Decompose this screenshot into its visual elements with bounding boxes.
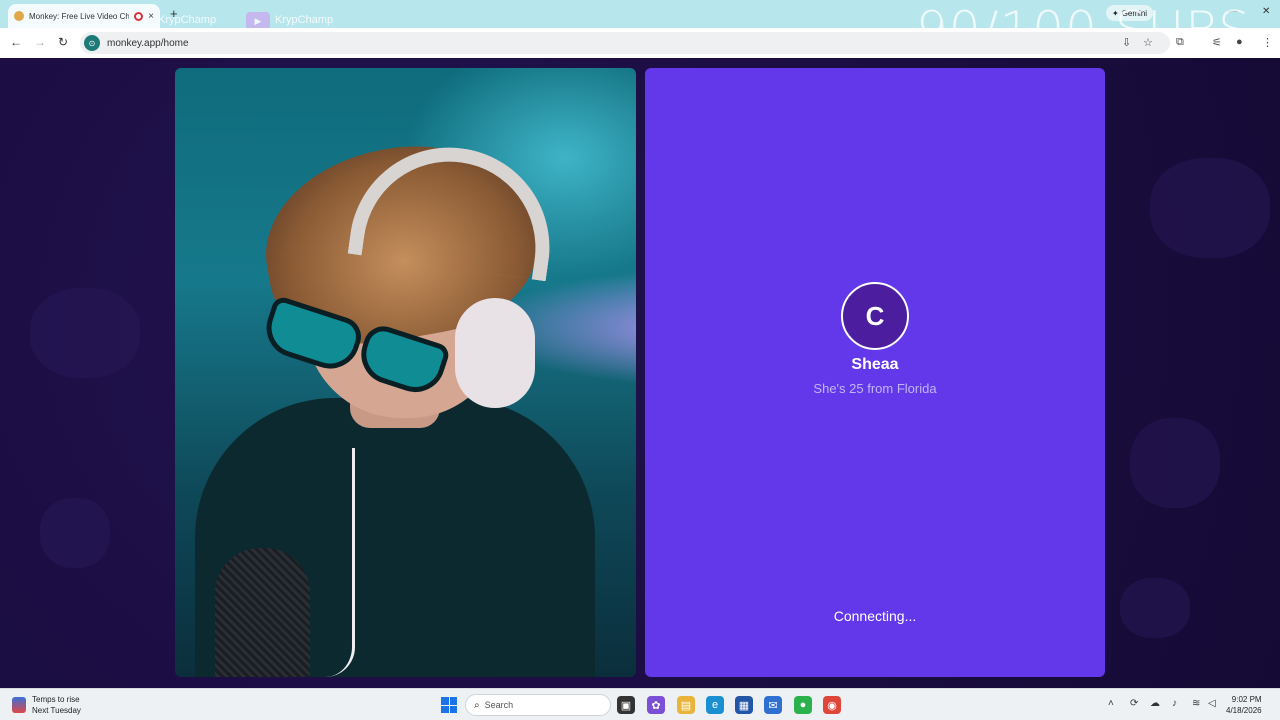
cast-icon[interactable]: ⧉ [1176, 36, 1184, 49]
browser-tabstrip: Monkey: Free Live Video Chat × + KrypCha… [0, 0, 1280, 58]
windows-taskbar: Temps to rise Next Tuesday ⌕ Search ▣ ✿ … [0, 688, 1280, 720]
background-blob [1120, 578, 1190, 638]
edge-icon[interactable]: e [706, 696, 724, 714]
match-name: Sheaa [851, 356, 899, 373]
bookmark-star-icon[interactable]: ☆ [1143, 36, 1153, 49]
chrome-icon[interactable]: ◉ [823, 696, 841, 714]
headphone-cup [455, 298, 535, 408]
weather-line-2: Next Tuesday [32, 706, 81, 715]
copilot-icon[interactable]: ✿ [647, 696, 665, 714]
clock-date: 4/18/2026 [1226, 706, 1262, 715]
microphone [215, 548, 310, 677]
tab-close-button[interactable]: × [148, 11, 154, 22]
match-avatar: C [841, 282, 909, 350]
recording-icon [134, 11, 144, 21]
background-blob [1130, 418, 1220, 508]
reload-icon[interactable]: ↻ [58, 35, 68, 49]
browser-toolbar: ← → ↻ ⊙ monkey.app/home ⇩ ☆ ⧉ ⚟ ● ⋮ [0, 28, 1280, 58]
match-info: She's 25 from Florida [813, 381, 937, 396]
file-explorer-icon[interactable]: ▤ [677, 696, 695, 714]
install-app-icon[interactable]: ⇩ [1122, 36, 1131, 49]
chevron-up-icon[interactable]: ˄ [1108, 698, 1114, 709]
close-window-button[interactable]: ✕ [1262, 6, 1270, 17]
taskbar-search-box[interactable]: ⌕ Search [465, 694, 611, 716]
background-blob [40, 498, 110, 568]
profile-avatar[interactable]: ● [1236, 36, 1243, 48]
url-text: monkey.app/home [107, 37, 189, 49]
connection-status: Connecting... [833, 608, 917, 624]
clock-time: 9:02 PM [1231, 695, 1262, 704]
wifi-icon[interactable]: ≋ [1192, 698, 1200, 709]
browser-tab-monkey[interactable]: Monkey: Free Live Video Chat × [8, 4, 160, 28]
monkey-app-page: C Sheaa She's 25 from Florida Connecting… [0, 58, 1280, 720]
background-blob [30, 288, 140, 378]
back-arrow-icon[interactable]: ← [10, 35, 22, 49]
monkey-favicon-icon [14, 11, 24, 21]
thermometer-icon [12, 697, 26, 713]
background-blob [1150, 158, 1270, 258]
address-bar[interactable]: ⊙ monkey.app/home [80, 32, 1170, 54]
tab-title: Monkey: Free Live Video Chat [29, 11, 130, 21]
overlay-username-2: KrypChamp [275, 14, 334, 26]
cloud-icon[interactable]: ☁ [1150, 698, 1160, 709]
match-panel: C Sheaa She's 25 from Florida Connecting… [645, 68, 1105, 677]
self-webcam-video [175, 68, 636, 677]
outlook-icon[interactable]: ✉ [764, 696, 782, 714]
extensions-icon[interactable]: ⚟ [1212, 36, 1222, 49]
sync-icon[interactable]: ⟳ [1130, 698, 1138, 709]
microphone-icon[interactable]: ♪ [1172, 698, 1177, 709]
volume-icon[interactable]: ◁ [1208, 698, 1216, 709]
weather-line-1: Temps to rise [32, 695, 80, 704]
taskbar-clock[interactable]: 9:02 PM 4/18/2026 [1226, 694, 1262, 716]
android-app-icon[interactable]: ● [794, 696, 812, 714]
forward-arrow-icon[interactable]: → [34, 35, 46, 49]
weather-widget[interactable]: Temps to rise Next Tuesday [12, 694, 81, 716]
earbud-cable [325, 448, 355, 677]
search-icon: ⌕ [474, 699, 480, 711]
windows-start-icon[interactable] [441, 697, 457, 713]
site-info-icon[interactable]: ⊙ [84, 35, 100, 51]
task-view-icon[interactable]: ▣ [617, 696, 635, 714]
taskbar-search-label: Search [484, 700, 514, 710]
store-icon[interactable]: ▦ [735, 696, 753, 714]
overlay-username-1: KrypChamp [158, 14, 217, 26]
menu-kebab-icon[interactable]: ⋮ [1262, 36, 1273, 49]
